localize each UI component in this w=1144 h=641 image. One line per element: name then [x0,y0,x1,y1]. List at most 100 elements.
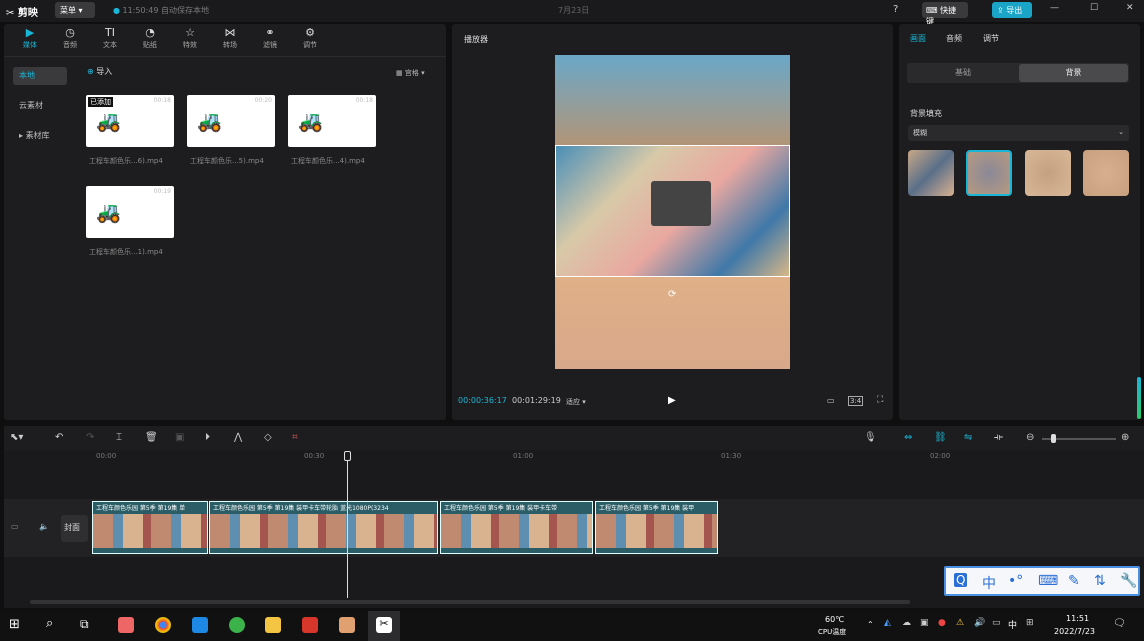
scrollbar[interactable] [1137,377,1141,419]
ime-tools-icon[interactable]: ⇅ [1094,573,1106,589]
waveform-icon[interactable]: ▭ [827,396,835,405]
magnet-icon[interactable]: ⇔ [904,432,912,443]
app-icon[interactable] [339,617,355,633]
media-thumb[interactable]: 00:19 🚜 [86,186,174,238]
app-icon[interactable] [302,617,318,633]
play-icon[interactable]: ▶ [668,395,676,406]
capcut-icon[interactable]: ✂ [376,617,392,633]
tray-app-icon[interactable]: ☁ [902,618,911,628]
zoom-out-icon[interactable]: ⊖ [1026,432,1034,443]
ime-settings-icon[interactable]: 🔧 [1120,573,1137,589]
bg-blur-option[interactable] [1025,150,1071,196]
bg-blur-option[interactable] [966,150,1012,196]
notification-icon[interactable]: 🗨 [1113,618,1126,629]
video-frame[interactable] [555,145,790,277]
tab-effects[interactable]: ☆ 特效 [172,26,208,50]
center-icon[interactable]: ⟛ [994,432,1003,443]
view-toggle[interactable]: ▦ 宫格 ▾ [396,68,425,78]
timeline-scrollbar[interactable] [30,600,910,604]
mirror-icon[interactable]: ⋀ [234,432,242,443]
sidebar-item-cloud[interactable]: 云素材 [13,97,67,115]
crop-icon[interactable]: ⌗ [292,432,298,443]
segment-basic[interactable]: 基础 [910,64,1016,82]
zoom-handle[interactable] [1051,434,1056,443]
menu-button[interactable]: 菜单 ▾ [55,2,95,18]
bg-blur-option[interactable] [908,150,954,196]
freeze-icon[interactable]: ▣ [175,432,184,443]
tray-record-icon[interactable]: ● [938,618,946,628]
minimize-icon[interactable]: — [1050,3,1059,13]
media-thumb[interactable]: 00:20 🚜 [187,95,275,147]
tab-picture[interactable]: 画面 [910,33,926,44]
timeline-clip[interactable]: 工程车颜色乐园 第5季 第19集 装甲卡车带轮胎 蓝光1080P(3234 [209,501,438,554]
app-icon[interactable] [118,617,134,633]
rotate-icon[interactable]: ⟳ [668,289,676,300]
undo-icon[interactable]: ↶ [55,432,63,443]
folder-icon[interactable] [265,617,281,633]
split-icon[interactable]: ⌶ [116,432,122,443]
tray-app-icon[interactable]: ▣ [920,618,929,628]
sidebar-item-library[interactable]: ▸ 素材库 [13,127,67,145]
playhead-handle[interactable] [344,451,351,461]
tab-audio-props[interactable]: 音频 [946,33,962,44]
fit-dropdown[interactable]: 适应 ▾ [566,397,586,407]
video-preview[interactable]: ⟳ [555,55,790,369]
redo-icon[interactable]: ↷ [86,432,94,443]
ime-punct-icon[interactable]: •° [1008,573,1023,589]
tab-adjust-props[interactable]: 调节 [983,33,999,44]
media-thumb[interactable]: 00:18 🚜 [288,95,376,147]
shortcut-button[interactable]: ⌨ 快捷键 [922,2,968,26]
clock-time[interactable]: 11:51 [1066,614,1089,623]
link-icon[interactable]: ⛓ [934,432,947,443]
close-icon[interactable]: ✕ [1126,3,1134,13]
timeline-clip[interactable]: 工程车颜色乐园 第5季 第19集 装甲 [595,501,718,554]
app-icon[interactable] [192,617,208,633]
tab-transition[interactable]: ⋈ 转场 [212,26,248,50]
volume-icon[interactable]: 🔊 [974,618,985,628]
playhead[interactable] [347,452,348,598]
track-audio-icon[interactable]: 🔈 [39,522,49,531]
chrome-icon[interactable] [155,617,171,633]
sidebar-item-local[interactable]: 本地 [13,67,67,85]
task-view-icon[interactable]: ⧉ [80,617,89,632]
ime-lang-toggle[interactable]: 中 [982,573,996,593]
track-visibility-icon[interactable]: ▭ [11,522,19,531]
delete-icon[interactable]: 🗑 [145,432,158,443]
start-icon[interactable]: ⊞ [9,617,20,632]
rotate-tool-icon[interactable]: ◇ [264,432,272,443]
tray-chevron-icon[interactable]: ⌃ [867,620,874,629]
tray-app-icon[interactable]: ⚠ [956,618,964,628]
clock-date[interactable]: 2022/7/23 [1054,627,1095,636]
ime-edit-icon[interactable]: ✎ [1068,573,1080,589]
tab-audio[interactable]: ◷ 音频 [52,26,88,50]
fullscreen-icon[interactable]: ⛶ [877,395,883,405]
export-button[interactable]: ⇪ 导出 [992,2,1032,18]
aspect-ratio-button[interactable]: 3:4 [848,396,864,406]
bg-fill-select[interactable]: 模糊 ⌄ [908,125,1129,141]
segment-background[interactable]: 背景 [1019,64,1128,82]
select-cursor-icon[interactable]: ⬉▾ [10,432,23,443]
tray-lang[interactable]: 中 [1008,618,1017,631]
ime-keyboard-icon[interactable]: ⌨ [1038,573,1058,589]
tray-app-icon[interactable]: ⊞ [1026,618,1034,628]
import-button[interactable]: ⊕ 导入 [87,66,112,77]
help-icon[interactable]: ? [893,4,898,15]
search-icon[interactable]: ⌕ [46,616,53,631]
network-icon[interactable]: ▭ [992,618,1001,628]
zoom-in-icon[interactable]: ⊕ [1121,432,1129,443]
browser-icon[interactable] [229,617,245,633]
tab-filter[interactable]: ⚭ 滤镜 [252,26,288,50]
tab-text[interactable]: TI 文本 [92,26,128,50]
microphone-icon[interactable]: 🎙 [864,432,877,443]
bg-blur-option[interactable] [1083,150,1129,196]
media-thumb[interactable]: 已添加 00:18 🚜 [86,95,174,147]
timeline-clip[interactable]: 工程车颜色乐园 第5季 第19集 单 [92,501,208,554]
tab-sticker[interactable]: ◔ 贴纸 [132,26,168,50]
preview-axis-icon[interactable]: ⇋ [964,432,972,443]
reverse-icon[interactable]: ⏵ [205,432,210,443]
tray-app-icon[interactable]: ◭ [884,618,891,628]
ime-logo-icon[interactable]: Q [954,573,968,587]
tab-adjust[interactable]: ⚙ 调节 [292,26,328,50]
tab-media[interactable]: ▶ 媒体 [12,26,48,50]
cover-button[interactable]: 封面 [61,515,88,542]
